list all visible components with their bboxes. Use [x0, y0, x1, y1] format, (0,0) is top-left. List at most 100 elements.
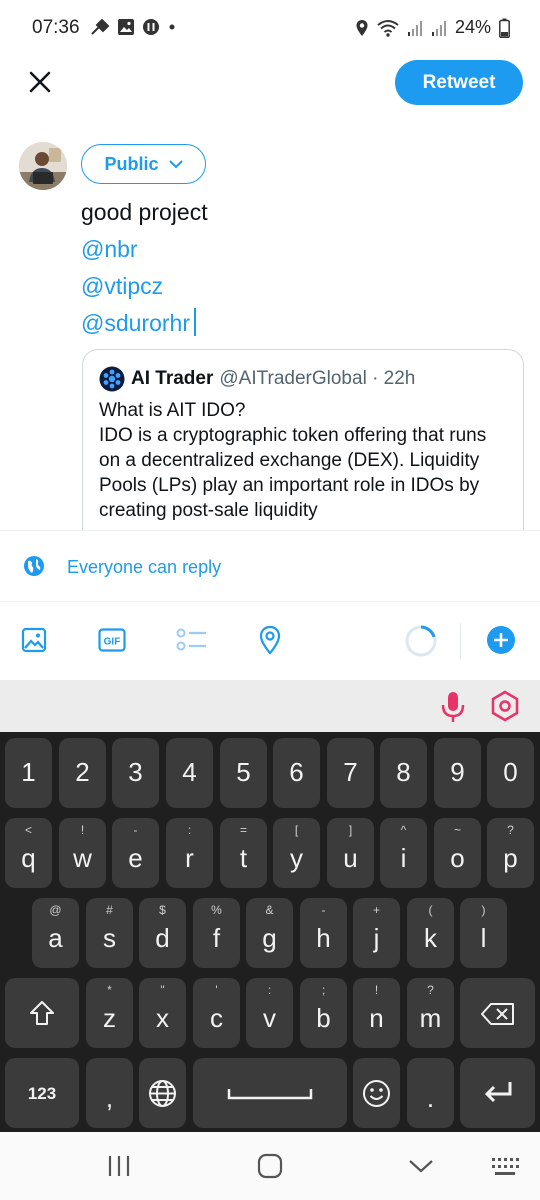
key-5[interactable]: 5	[220, 738, 267, 808]
system-navigation-bar	[0, 1132, 540, 1200]
key-label: u	[343, 843, 358, 873]
key-label: m	[419, 1003, 442, 1033]
retweet-button[interactable]: Retweet	[395, 60, 523, 105]
add-tweet-button[interactable]	[484, 623, 518, 657]
key-w[interactable]: ! w	[59, 818, 106, 888]
enter-key[interactable]	[460, 1058, 535, 1128]
key-label: t	[239, 843, 248, 873]
compose-text-area[interactable]: good project @nbr @vtipcz @sdurorhr	[81, 194, 208, 342]
mention-link[interactable]: @vtipcz	[81, 268, 208, 305]
shift-key[interactable]	[5, 978, 79, 1048]
emoji-key[interactable]	[353, 1058, 400, 1128]
key-hint: '	[215, 983, 218, 997]
key-9[interactable]: 9	[434, 738, 481, 808]
avatar[interactable]	[19, 142, 67, 190]
key-h[interactable]: -h	[300, 898, 347, 968]
key-a[interactable]: @ a	[32, 898, 79, 968]
reply-setting-bar[interactable]: Everyone can reply	[0, 530, 540, 602]
key-f[interactable]: % f	[193, 898, 240, 968]
gif-icon: GIF	[98, 628, 126, 652]
quote-title: What is AIT IDO?	[99, 400, 246, 421]
key-hint: )	[481, 903, 486, 917]
chevron-down-back-icon	[409, 1160, 433, 1173]
key-2[interactable]: 2	[59, 738, 106, 808]
key-label: p	[503, 843, 518, 873]
key-hint: :	[187, 823, 192, 837]
key-label: o	[450, 843, 465, 873]
key-o[interactable]: ~ o	[434, 818, 481, 888]
key-label: d	[155, 923, 170, 953]
close-icon	[29, 71, 51, 93]
location-button[interactable]	[253, 623, 287, 657]
key-v[interactable]: :v	[246, 978, 293, 1048]
keyboard-toggle-button[interactable]	[491, 1156, 519, 1178]
key-t[interactable]: = t	[220, 818, 267, 888]
comma-key[interactable]: ,	[86, 1058, 133, 1128]
key-6[interactable]: 6	[273, 738, 320, 808]
key-m[interactable]: ? m	[407, 978, 454, 1048]
quote-body: IDO is a cryptographic token offering th…	[99, 425, 487, 521]
key-label: a	[48, 923, 63, 953]
key-hint: !	[374, 983, 379, 997]
symbols-key[interactable]: 123	[5, 1058, 79, 1128]
key-p[interactable]: ? p	[487, 818, 534, 888]
gif-button[interactable]: GIF	[95, 623, 129, 657]
quote-author-handle: @AITraderGlobal · 22h	[219, 368, 416, 389]
key-hint: ^	[400, 823, 407, 837]
key-hint: :	[267, 983, 272, 997]
key-y[interactable]: [y	[273, 818, 320, 888]
key-label: n	[369, 1003, 384, 1033]
language-key[interactable]	[139, 1058, 186, 1128]
image-icon	[21, 627, 47, 653]
key-1[interactable]: 1	[5, 738, 52, 808]
key-u[interactable]: ] u	[327, 818, 374, 888]
enter-icon	[484, 1082, 512, 1103]
backspace-key[interactable]	[460, 978, 535, 1048]
key-label: w	[73, 843, 92, 873]
close-button[interactable]	[22, 64, 58, 100]
key-d[interactable]: $ d	[139, 898, 186, 968]
key-j[interactable]: + j	[353, 898, 400, 968]
poll-button[interactable]	[175, 623, 209, 657]
key-k[interactable]: (k	[407, 898, 454, 968]
media-button[interactable]	[17, 623, 51, 657]
key-x[interactable]: " x	[139, 978, 186, 1048]
key-hint: %	[211, 903, 222, 917]
key-7[interactable]: 7	[327, 738, 374, 808]
key-hint: @	[49, 903, 62, 917]
key-0[interactable]: 0	[487, 738, 534, 808]
key-g[interactable]: & g	[246, 898, 293, 968]
back-button[interactable]	[408, 1156, 434, 1176]
voice-input-button[interactable]	[438, 690, 468, 724]
plus-circle-icon	[487, 626, 515, 654]
key-8[interactable]: 8	[380, 738, 427, 808]
space-key[interactable]	[193, 1058, 347, 1128]
key-4[interactable]: 4	[166, 738, 213, 808]
home-button[interactable]	[256, 1152, 284, 1180]
quoted-tweet[interactable]: AI Trader @AITraderGlobal · 22h What is …	[82, 349, 524, 549]
progress-ring-icon	[405, 625, 437, 657]
key-label: s	[103, 923, 116, 953]
key-label: .	[426, 1083, 435, 1113]
mention-link-active[interactable]: @sdurorhr	[81, 305, 208, 342]
audience-selector[interactable]: Public	[81, 144, 206, 184]
key-label: y	[290, 843, 303, 873]
period-key[interactable]: .	[407, 1058, 454, 1128]
key-3[interactable]: 3	[112, 738, 159, 808]
key-label: h	[316, 923, 331, 953]
key-s[interactable]: # s	[86, 898, 133, 968]
key-q[interactable]: < q	[5, 818, 52, 888]
key-i[interactable]: ^ i	[380, 818, 427, 888]
key-n[interactable]: ! n	[353, 978, 400, 1048]
keyboard-settings-button[interactable]	[488, 689, 522, 723]
mention-link[interactable]: @nbr	[81, 231, 208, 268]
key-c[interactable]: ' c	[193, 978, 240, 1048]
recent-apps-button[interactable]	[105, 1154, 133, 1178]
key-b[interactable]: ; b	[300, 978, 347, 1048]
key-e[interactable]: -e	[112, 818, 159, 888]
key-l[interactable]: ) l	[460, 898, 507, 968]
key-z[interactable]: * z	[86, 978, 133, 1048]
key-r[interactable]: :r	[166, 818, 213, 888]
location-pin-icon	[259, 625, 281, 655]
pause-notification-icon	[143, 19, 159, 35]
